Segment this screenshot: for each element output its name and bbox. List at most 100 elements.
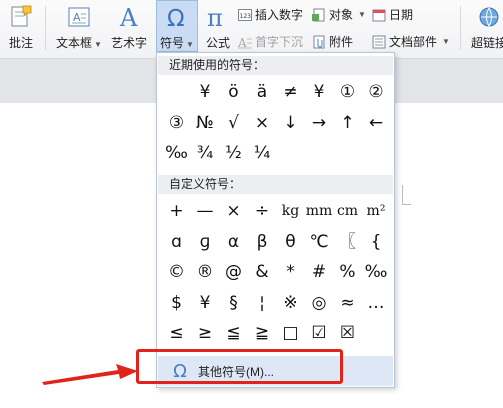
symbol-cell[interactable]: m² <box>363 197 390 226</box>
svg-text:A: A <box>238 36 247 49</box>
svg-text:123: 123 <box>240 13 252 20</box>
attachment-button[interactable]: 附件 <box>312 33 353 50</box>
symbol-cell[interactable]: $ <box>163 289 190 318</box>
symbol-cell[interactable]: { <box>363 228 390 257</box>
dropdown-caret-icon: ▼ <box>186 40 194 49</box>
formula-label: 公式 <box>205 36 230 50</box>
divider <box>45 6 46 50</box>
symbol-cell[interactable]: ¥ <box>192 78 219 107</box>
symbol-cell[interactable]: @ <box>220 258 247 287</box>
dropdown-caret-icon: ▼ <box>442 37 450 46</box>
svg-text:Ω: Ω <box>167 6 185 30</box>
document-parts-button[interactable]: 文档部件 ▼ <box>372 33 450 50</box>
symbol-cell[interactable]: ½ <box>220 139 247 168</box>
symbol-cell[interactable]: mm <box>306 197 333 226</box>
document-parts-icon <box>372 35 386 49</box>
symbol-cell[interactable]: 〖 <box>334 228 361 257</box>
highlight-box <box>136 349 343 384</box>
symbol-cell[interactable]: β <box>249 228 276 257</box>
symbol-cell[interactable]: → <box>306 109 333 138</box>
number-123-icon: 123 <box>238 8 252 22</box>
drop-cap-button[interactable]: A 首字下沉 <box>237 33 304 50</box>
wordart-button[interactable]: A 艺术字 <box>108 4 150 51</box>
symbol-cell[interactable]: ↓ <box>277 109 304 138</box>
symbol-cell[interactable]: ɑ <box>163 228 190 257</box>
object-button[interactable]: 对象 ▼ <box>312 6 366 23</box>
object-label: 对象 <box>329 8 354 22</box>
symbol-cell[interactable]: ① <box>334 78 361 107</box>
symbol-cell[interactable]: ¼ <box>249 139 276 168</box>
symbol-cell[interactable]: θ <box>277 228 304 257</box>
symbol-cell[interactable]: × <box>249 109 276 138</box>
textbox-icon: A <box>52 4 106 34</box>
attachment-label: 附件 <box>329 35 354 49</box>
symbol-cell[interactable]: * <box>277 258 304 287</box>
symbol-cell[interactable]: ¾ <box>192 139 219 168</box>
symbol-cell[interactable]: ≥ <box>192 319 219 348</box>
date-button[interactable]: 日期 <box>372 6 413 23</box>
comment-button[interactable]: 批注 <box>4 4 38 51</box>
symbol-cell[interactable]: ③ <box>163 109 190 138</box>
symbol-cell[interactable]: √ <box>220 109 247 138</box>
symbol-cell[interactable]: ≈ <box>334 289 361 318</box>
symbol-cell[interactable]: … <box>363 289 390 318</box>
symbol-cell[interactable]: α <box>220 228 247 257</box>
symbol-cell[interactable]: % <box>334 258 361 287</box>
date-label: 日期 <box>389 8 414 22</box>
pi-icon: π <box>202 4 234 34</box>
symbol-cell[interactable]: § <box>220 289 247 318</box>
calendar-icon <box>372 8 386 22</box>
symbol-cell[interactable]: × <box>220 197 247 226</box>
svg-text:A: A <box>119 4 138 30</box>
hyperlink-label: 超链接 <box>470 36 503 50</box>
symbol-cell[interactable]: ‰ <box>163 139 190 168</box>
symbol-cell[interactable]: ¦ <box>249 289 276 318</box>
symbol-cell[interactable]: ← <box>363 109 390 138</box>
comment-icon <box>4 4 38 34</box>
symbol-cell[interactable]: ¥ <box>192 289 219 318</box>
symbol-cell[interactable]: № <box>192 109 219 138</box>
drop-cap-label: 首字下沉 <box>255 35 304 49</box>
symbol-cell[interactable]: ☒ <box>334 319 361 348</box>
symbol-cell[interactable]: cm <box>334 197 361 226</box>
textbox-label: 文本框 <box>56 36 93 50</box>
dropdown-caret-icon: ▼ <box>358 10 366 19</box>
symbol-cell[interactable]: ≦ <box>220 319 247 348</box>
omega-icon: Ω <box>157 1 197 34</box>
insert-number-button[interactable]: 123 插入数字 <box>238 6 303 23</box>
symbol-cell[interactable]: + <box>163 197 190 226</box>
wordart-icon: A <box>108 4 150 34</box>
symbol-cell[interactable]: ö <box>220 78 247 107</box>
symbol-cell[interactable]: ä <box>249 78 276 107</box>
symbol-cell[interactable]: kg <box>277 197 304 226</box>
symbol-cell[interactable]: # <box>306 258 333 287</box>
symbol-cell[interactable]: — <box>192 197 219 226</box>
symbol-cell[interactable]: ÷ <box>249 197 276 226</box>
symbol-cell[interactable]: ↑ <box>334 109 361 138</box>
symbol-cell[interactable]: ɡ <box>192 228 219 257</box>
svg-text:A: A <box>73 11 81 24</box>
textbox-button[interactable]: A 文本框 ▼ <box>52 4 106 51</box>
symbol-cell[interactable]: © <box>163 258 190 287</box>
symbol-cell[interactable]: ‰ <box>363 258 390 287</box>
dropdown-caret-icon: ▼ <box>94 40 102 49</box>
symbol-cell[interactable]: ℃ <box>306 228 333 257</box>
comment-label: 批注 <box>8 36 33 50</box>
symbol-cell[interactable]: ≧ <box>249 319 276 348</box>
recent-symbols-header: 近期使用的符号： <box>158 56 393 75</box>
symbol-cell[interactable]: □ <box>277 319 304 348</box>
symbol-cell[interactable]: ※ <box>277 289 304 318</box>
symbol-cell[interactable]: ② <box>363 78 390 107</box>
symbol-cell[interactable]: ☑ <box>306 319 333 348</box>
hyperlink-button[interactable]: 超链接 <box>466 4 503 51</box>
symbol-cell[interactable]: ≤ <box>163 319 190 348</box>
object-icon <box>312 8 326 22</box>
symbol-cell[interactable]: ◎ <box>306 289 333 318</box>
symbol-cell[interactable]: & <box>249 258 276 287</box>
symbol-button[interactable]: Ω 符号 ▼ <box>156 0 198 52</box>
red-arrow-annotation <box>42 364 138 385</box>
formula-button[interactable]: π 公式 <box>202 4 234 51</box>
symbol-cell[interactable]: ¥ <box>306 78 333 107</box>
symbol-cell[interactable]: ® <box>192 258 219 287</box>
symbol-cell[interactable]: ≠ <box>277 78 304 107</box>
